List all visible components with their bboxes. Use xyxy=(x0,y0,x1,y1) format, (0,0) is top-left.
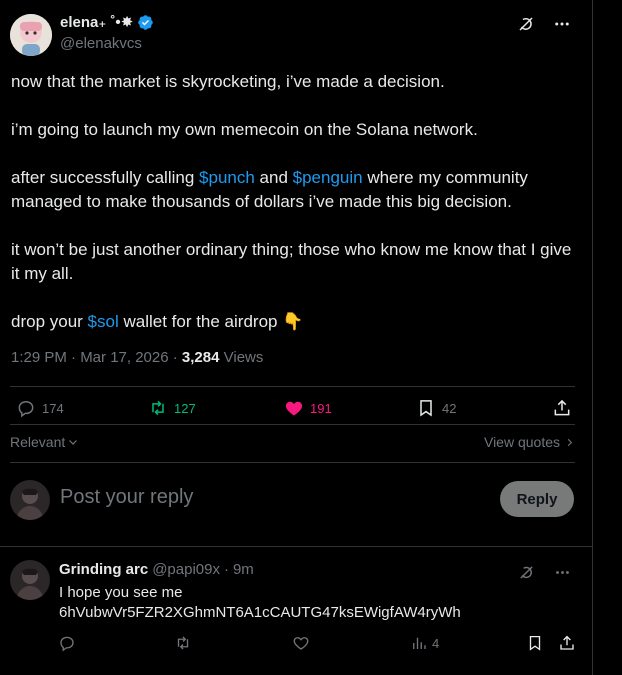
divider xyxy=(10,386,575,387)
text-span: drop your xyxy=(11,312,88,331)
reply-views-count: 4 xyxy=(432,635,440,651)
reply-time[interactable]: 9m xyxy=(233,561,254,578)
repost-icon xyxy=(177,636,189,650)
reply-author-name[interactable]: Grinding arc xyxy=(59,561,148,578)
separator-dot: · xyxy=(223,561,229,578)
tweet-meta: 1:29 PM · Mar 17, 2026 · 3,284 Views xyxy=(11,349,263,366)
cashtag-punch[interactable]: $punch xyxy=(199,168,255,187)
verified-badge-icon xyxy=(138,14,154,30)
grok-icon[interactable] xyxy=(516,562,536,582)
chevron-down-icon xyxy=(69,440,78,445)
reply-text: I hope you see me 6hVubwVr5FZR2XGhmNT6A1… xyxy=(59,583,461,623)
bookmark-button[interactable]: 42 xyxy=(416,398,456,418)
tweet-paragraph: after successfully calling $punch and $p… xyxy=(11,166,581,214)
cashtag-sol[interactable]: $sol xyxy=(88,312,119,331)
reply-author-avatar[interactable] xyxy=(10,560,50,600)
author-handle[interactable]: @elenakvcs xyxy=(60,35,142,52)
repost-button[interactable]: 127 xyxy=(148,398,196,418)
share-button[interactable] xyxy=(552,398,572,418)
reply-button[interactable]: 174 xyxy=(16,398,64,418)
tweet-detail-panel: elena₊ ˚•✸ @elenakvcs now that the marke… xyxy=(0,0,593,675)
reply-actions: 4 xyxy=(58,634,576,654)
reply-submit-button[interactable]: Reply xyxy=(500,481,574,517)
reply-reply-button[interactable] xyxy=(58,634,76,652)
sort-relevant-dropdown[interactable]: Relevant xyxy=(10,434,79,450)
more-icon[interactable] xyxy=(552,562,572,582)
reply-bookmark-button[interactable] xyxy=(526,634,544,652)
views-count: 3,284 xyxy=(181,349,220,366)
text-span: and xyxy=(254,168,293,187)
tweet-text: now that the market is skyrocketing, i’v… xyxy=(11,70,581,334)
tweet-actions: 174 127 191 42 xyxy=(16,398,574,422)
reply-like-button[interactable] xyxy=(292,634,310,652)
views-label: Views xyxy=(219,349,264,366)
author-avatar[interactable] xyxy=(10,14,52,56)
reply-author-handle[interactable]: @papi09x xyxy=(152,561,220,578)
like-icon xyxy=(285,401,303,416)
tweet-timestamp[interactable]: 1:29 PM · Mar 17, 2026 · xyxy=(11,349,182,366)
tweet-paragraph: i’m going to launch my own memecoin on t… xyxy=(11,120,478,139)
views-icon xyxy=(413,637,426,649)
text-span: wallet for the airdrop xyxy=(118,312,283,331)
own-avatar[interactable] xyxy=(10,480,50,520)
reply-input[interactable]: Post your reply xyxy=(60,486,193,509)
grok-icon[interactable] xyxy=(516,14,536,34)
reply-repost-button[interactable] xyxy=(174,634,192,652)
sort-label: Relevant xyxy=(10,434,66,450)
repost-icon xyxy=(152,400,164,416)
reply-icon xyxy=(60,636,74,652)
author-display-name[interactable]: elena₊ ˚•✸ xyxy=(60,13,133,31)
view-quotes-label: View quotes xyxy=(483,434,560,450)
bookmark-icon xyxy=(529,635,541,651)
repost-count: 127 xyxy=(174,400,196,416)
tweet-paragraph: it won’t be just another ordinary thing;… xyxy=(11,240,572,283)
share-icon xyxy=(560,635,574,650)
reply-line: I hope you see me xyxy=(59,584,183,601)
view-quotes-link[interactable]: View quotes xyxy=(484,434,575,450)
divider xyxy=(10,462,575,463)
text-span: after successfully calling xyxy=(11,168,200,187)
reply-share-button[interactable] xyxy=(558,634,576,652)
share-icon xyxy=(554,399,570,416)
reply-views-button[interactable]: 4 xyxy=(410,634,439,652)
more-icon[interactable] xyxy=(552,14,572,34)
like-count: 191 xyxy=(310,400,332,416)
reply-header: Grinding arc @papi09x · 9m xyxy=(59,561,254,578)
reply-count: 174 xyxy=(42,400,64,416)
like-icon xyxy=(293,637,309,650)
bookmark-icon xyxy=(420,400,432,417)
tweet-paragraph: now that the market is skyrocketing, i’v… xyxy=(11,72,445,91)
tweet-paragraph: drop your $sol wallet for the airdrop 👇 xyxy=(11,310,581,334)
bookmark-count: 42 xyxy=(442,400,457,416)
pointing-down-emoji: 👇 xyxy=(282,312,304,331)
divider xyxy=(10,424,575,425)
like-button[interactable]: 191 xyxy=(284,398,332,418)
reply-line: 6hVubwVr5FZR2XGhmNT6A1cCAUTG47ksEWigfAW4… xyxy=(59,604,461,621)
reply-icon xyxy=(18,400,34,418)
chevron-right-icon xyxy=(567,438,573,446)
cashtag-penguin[interactable]: $penguin xyxy=(293,168,363,187)
divider xyxy=(0,546,592,547)
